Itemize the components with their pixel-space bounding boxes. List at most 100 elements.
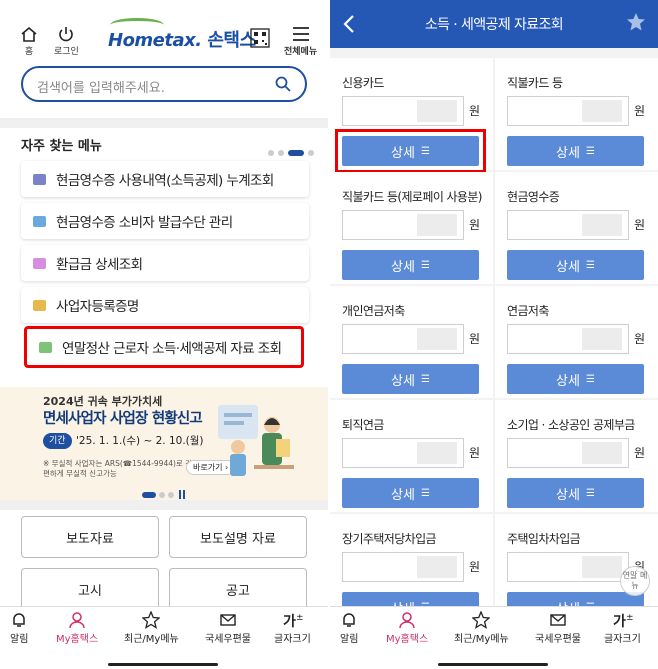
- bottom-nav: 알림 My홈택스 최근/My메뉴 국세우편물 가 ± 글자크기: [330, 606, 658, 669]
- hometax-logo[interactable]: Hometax. 손택스: [108, 26, 256, 52]
- cell-label: 주택임차차입금: [507, 532, 581, 546]
- person-icon: [399, 612, 415, 629]
- notice-announcement-button[interactable]: 고시: [21, 568, 159, 610]
- menu-item-year-end-deduction[interactable]: 연말정산 근로자 소득·세액공제 자료 조회: [24, 326, 304, 368]
- detail-label: 상세: [556, 487, 580, 503]
- nav-tax-mail[interactable]: 국세우편물: [205, 611, 251, 645]
- amount-field[interactable]: [507, 210, 629, 240]
- amount-field[interactable]: [342, 552, 464, 582]
- hamburger-icon: [292, 27, 309, 41]
- nav-label: 국세우편물: [535, 634, 581, 645]
- app-header: 홈 로그인 Hometax. 손택스 전체메뉴: [0, 0, 328, 60]
- detail-button[interactable]: 상세 ☰: [507, 136, 644, 166]
- nav-font-size[interactable]: 가 ± 글자크기: [274, 611, 311, 645]
- hometax-home-screen: 홈 로그인 Hometax. 손택스 전체메뉴 검색어를 입력해주세요. 자주 …: [0, 0, 328, 669]
- cash-receipt-cell: 현금영수증 원 상세 ☰: [495, 172, 658, 284]
- menu-item-label: 사업자등록증명: [56, 299, 139, 315]
- detail-label: 상세: [391, 373, 415, 389]
- menu-item-refund-detail[interactable]: 환급금 상세조회: [21, 245, 309, 281]
- nav-alerts[interactable]: 알림: [340, 611, 358, 645]
- cell-label: 퇴직연금: [342, 418, 384, 432]
- amount-field[interactable]: [342, 96, 464, 126]
- unit-label: 원: [469, 560, 481, 574]
- debit-card-cell: 직불카드 등 원 상세 ☰: [495, 58, 658, 170]
- envelope-icon: [220, 614, 236, 626]
- list-icon: ☰: [420, 373, 430, 385]
- nav-alerts[interactable]: 알림: [10, 611, 28, 645]
- banner-period: '25. 1. 1.(수) ~ 2. 10.(월): [76, 435, 204, 447]
- menu-item-cash-receipt-method[interactable]: 현금영수증 소비자 발급수단 관리: [21, 203, 309, 239]
- detail-label: 상세: [391, 487, 415, 503]
- full-menu-button[interactable]: 전체메뉴: [284, 26, 317, 57]
- floating-menu-button[interactable]: 연말 메뉴: [620, 566, 650, 596]
- nav-my-hometax[interactable]: My홈택스: [56, 611, 98, 645]
- menu-item-cash-receipt-total[interactable]: 현금영수증 사용내역(소득공제) 누계조회: [21, 161, 309, 197]
- unit-label: 원: [469, 446, 481, 460]
- home-indicator: [108, 663, 218, 666]
- amount-field[interactable]: [507, 438, 629, 468]
- detail-button[interactable]: 상세 ☰: [507, 478, 644, 508]
- detail-button[interactable]: 상세 ☰: [342, 478, 479, 508]
- menu-item-business-registration[interactable]: 사업자등록증명: [21, 287, 309, 323]
- bottom-nav: 알림 My홈택스 최근/My메뉴 국세우편물 가 ± 글자크기: [0, 606, 328, 669]
- menu-item-label: 현금영수증 소비자 발급수단 관리: [56, 215, 233, 231]
- small-business-fund-cell: 소기업 · 소상공인 공제부금 원 상세 ☰: [495, 400, 658, 512]
- banner-note: ※ 무실적 사업자는 ARS(☎1544-9944)로 간편하게 무실적 신고가…: [43, 459, 193, 478]
- carousel-dots[interactable]: [264, 142, 314, 161]
- unit-label: 원: [634, 218, 646, 232]
- press-explanation-button[interactable]: 보도설명 자료: [169, 516, 307, 558]
- login-button[interactable]: 로그인: [54, 26, 79, 57]
- detail-button[interactable]: 상세 ☰: [507, 364, 644, 394]
- detail-label: 상세: [391, 259, 415, 275]
- unit-label: 원: [469, 332, 481, 346]
- public-notice-button[interactable]: 공고: [169, 568, 307, 610]
- amount-field[interactable]: [507, 324, 629, 354]
- cell-label: 개인연금저축: [342, 304, 405, 318]
- amount-field[interactable]: [342, 438, 464, 468]
- search-input[interactable]: 검색어를 입력해주세요.: [21, 66, 307, 102]
- list-icon: ☰: [585, 487, 595, 499]
- cell-label: 소기업 · 소상공인 공제부금: [507, 418, 635, 432]
- nav-recent-my-menu[interactable]: 최근/My메뉴: [454, 611, 509, 645]
- amount-field[interactable]: [342, 210, 464, 240]
- search-icon[interactable]: [275, 76, 291, 92]
- detail-button[interactable]: 상세 ☰: [342, 364, 479, 394]
- svg-text:±: ±: [296, 613, 303, 623]
- menu-item-label: 환급금 상세조회: [56, 257, 143, 273]
- power-icon: [59, 27, 74, 42]
- home-button[interactable]: 홈: [20, 26, 38, 57]
- monitor-icon: [33, 299, 46, 311]
- favorite-star-icon[interactable]: [626, 12, 646, 32]
- nav-font-size[interactable]: 가 ± 글자크기: [604, 611, 641, 645]
- amount-field[interactable]: [507, 552, 629, 582]
- promo-banner[interactable]: 2024년 귀속 부가가치세 면세사업자 사업장 현황신고 기간 '25. 1.…: [0, 387, 328, 500]
- unit-label: 원: [634, 332, 646, 346]
- detail-button[interactable]: 상세 ☰: [507, 250, 644, 280]
- press-release-button[interactable]: 보도자료: [21, 516, 159, 558]
- list-icon: ☰: [420, 259, 430, 271]
- envelope-icon: [550, 614, 566, 626]
- home-icon: [21, 26, 37, 42]
- full-menu-label: 전체메뉴: [284, 47, 318, 57]
- nav-tax-mail[interactable]: 국세우편물: [535, 611, 581, 645]
- monitor-icon: [33, 215, 46, 227]
- amount-field[interactable]: [342, 324, 464, 354]
- cell-label: 연금저축: [507, 304, 549, 318]
- zeropay-cell: 직불카드 등(제로페이 사용분) 원 상세 ☰: [330, 172, 493, 284]
- detail-label: 상세: [556, 145, 580, 161]
- monitor-icon: [33, 257, 46, 269]
- amount-field[interactable]: [507, 96, 629, 126]
- nav-my-hometax[interactable]: My홈택스: [386, 611, 428, 645]
- nav-label: My홈택스: [56, 634, 99, 645]
- detail-button[interactable]: 상세 ☰: [342, 250, 479, 280]
- cell-label: 직불카드 등(제로페이 사용분): [342, 190, 482, 204]
- login-label: 로그인: [54, 47, 79, 57]
- nav-recent-my-menu[interactable]: 최근/My메뉴: [124, 611, 179, 645]
- qr-button[interactable]: [250, 28, 270, 50]
- nav-label: 국세우편물: [205, 634, 251, 645]
- nav-label: 최근/My메뉴: [124, 634, 179, 645]
- banner-illustration: [218, 405, 294, 476]
- unit-label: 원: [469, 104, 481, 118]
- unit-label: 원: [634, 446, 646, 460]
- nav-label: 최근/My메뉴: [454, 634, 509, 645]
